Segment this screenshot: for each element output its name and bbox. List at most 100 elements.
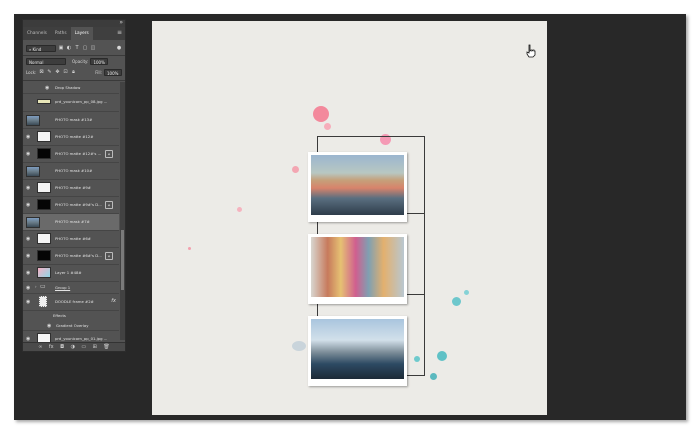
layers-bottom-bar: ∞ fx ◘ ◑ ▭ ⊞ 🗑︎: [23, 342, 125, 351]
panel-menu-icon[interactable]: ≡: [117, 29, 122, 37]
layer-name: Layer 1 #48#: [55, 270, 82, 275]
teal-splatter: [430, 373, 437, 380]
fill-label: Fill:: [95, 70, 102, 75]
tab-channels[interactable]: Channels: [23, 27, 51, 40]
lock-artboard-icon[interactable]: ⊡: [62, 69, 68, 76]
layer-row[interactable]: ◉ PHOTO matte #12#: [23, 129, 119, 146]
new-group-icon[interactable]: ▭: [81, 343, 86, 352]
layer-name: PHOTO mask #13#: [55, 117, 93, 122]
layer-row[interactable]: ◉ PHOTO matte #9#: [23, 180, 119, 197]
trash-icon[interactable]: 🗑︎: [103, 343, 109, 352]
layer-row[interactable]: ◉ Drop Shadow: [23, 82, 119, 94]
filter-kind-select[interactable]: ⌕ Kind: [26, 45, 56, 52]
link-layers-icon[interactable]: ∞: [38, 343, 42, 352]
add-style-icon[interactable]: fx: [49, 343, 54, 352]
lock-brush-icon[interactable]: ✎: [46, 69, 52, 76]
layer-name: PHOTO mask #7#: [55, 219, 90, 224]
smartobject-filter-icon[interactable]: ◫: [90, 45, 96, 52]
layer-row[interactable]: ◉ PHOTO mask #13#: [23, 112, 119, 129]
add-mask-icon[interactable]: ◘: [60, 343, 64, 352]
eye-icon[interactable]: ◉: [26, 185, 32, 191]
fill-field[interactable]: 100%: [104, 69, 122, 76]
layer-row[interactable]: ◉ PHOTO matte #6#'s D... ◈: [23, 248, 119, 265]
layer-row[interactable]: ◉ DOODLE frame #2# fx: [23, 294, 119, 311]
eye-icon[interactable]: ◉: [26, 236, 32, 242]
layer-name: PHOTO matte #9#: [55, 185, 91, 190]
adjustment-filter-icon[interactable]: ◐: [66, 45, 72, 52]
pink-splatter: [188, 247, 191, 250]
eye-icon[interactable]: ◉: [45, 85, 51, 91]
pink-splatter: [292, 166, 299, 173]
lock-row: Lock: ⊠ ✎ ✥ ⊡ 🔒︎ Fill: 100%: [23, 68, 125, 77]
layer-row[interactable]: ◉ Layer 1 #48#: [23, 265, 119, 282]
layer-thumbnail: [26, 115, 40, 126]
eye-icon[interactable]: ◉: [26, 299, 32, 305]
layers-scrollbar[interactable]: [120, 82, 125, 340]
eye-icon[interactable]: ◉: [47, 323, 53, 329]
scrollbar-thumb[interactable]: [121, 230, 124, 290]
layer-row[interactable]: ◉ › ▭ Group 1: [23, 282, 119, 294]
photo-card-3[interactable]: [308, 316, 407, 386]
layer-name: DOODLE frame #2#: [55, 299, 94, 304]
smart-object-icon: ◈: [105, 201, 113, 209]
harbor-photo-1: [311, 155, 404, 215]
layer-thumbnail: [37, 182, 51, 193]
layer-effect-row[interactable]: ◉ Gradient Overlay: [23, 321, 119, 331]
layer-name: Drop Shadow: [55, 85, 81, 90]
layer-row-selected[interactable]: ◉ PHOTO mask #7#: [23, 214, 119, 231]
teal-splatter: [437, 351, 447, 361]
layer-row[interactable]: ◉ PHOTO matte #12#'s ... ◈: [23, 146, 119, 163]
smart-object-icon: ◈: [105, 150, 113, 158]
pink-splatter: [313, 106, 329, 122]
layer-thumbnail: [37, 131, 51, 142]
smart-object-icon: ◈: [105, 252, 113, 260]
opacity-field[interactable]: 100%: [90, 58, 109, 65]
eye-icon[interactable]: ◉: [26, 202, 32, 208]
layers-panel: » Channels Paths Layers ≡ ⌕ Kind ▣ ◐ T ▢…: [22, 19, 126, 352]
layer-thumbnail: [26, 217, 40, 228]
image-filter-icon[interactable]: ▣: [58, 45, 64, 52]
eye-icon[interactable]: ◉: [26, 253, 32, 259]
layer-thumbnail: [37, 250, 51, 261]
folder-icon: ▭: [40, 283, 46, 290]
panel-topbar[interactable]: »: [23, 19, 125, 27]
filter-row: ⌕ Kind ▣ ◐ T ▢ ◫ ●: [23, 44, 125, 53]
layer-thumbnail: [37, 267, 51, 278]
photo-card-2[interactable]: [308, 234, 407, 304]
layer-row[interactable]: ◉ PHOTO mask #10#: [23, 163, 119, 180]
eye-icon[interactable]: ◉: [26, 285, 32, 291]
layer-name: prd_younicorn_pp_01.jpg ...: [55, 336, 108, 341]
type-filter-icon[interactable]: T: [74, 45, 80, 52]
grey-splatter: [292, 341, 306, 351]
new-layer-icon[interactable]: ⊞: [93, 343, 97, 352]
layer-row[interactable]: prd_younicorn_pp_08.jpg ...: [23, 94, 119, 112]
chevron-right-icon[interactable]: ›: [35, 284, 37, 289]
eye-icon[interactable]: ◉: [26, 270, 32, 276]
tab-layers[interactable]: Layers: [70, 27, 93, 40]
eye-icon[interactable]: ◉: [26, 134, 32, 140]
layer-effects-row: Effects: [23, 311, 119, 321]
tab-paths[interactable]: Paths: [51, 27, 71, 40]
photo-card-1[interactable]: [308, 152, 407, 222]
lock-all-icon[interactable]: 🔒︎: [70, 69, 76, 76]
document-canvas[interactable]: [152, 21, 547, 415]
adjustment-layer-icon[interactable]: ◑: [71, 343, 75, 352]
search-icon: ⌕: [29, 47, 32, 52]
fx-icon[interactable]: fx: [111, 298, 116, 304]
shape-filter-icon[interactable]: ▢: [82, 45, 88, 52]
layer-name: PHOTO matte #9#'s D...: [55, 202, 102, 207]
filter-toggle-icon[interactable]: ●: [116, 45, 122, 52]
lock-position-icon[interactable]: ✥: [54, 69, 60, 76]
layer-name: PHOTO matte #6#: [55, 236, 91, 241]
blend-mode-select[interactable]: Normal: [26, 58, 66, 65]
layer-thumbnail: [37, 99, 51, 104]
lock-transparent-icon[interactable]: ⊠: [38, 69, 44, 76]
layer-name: PHOTO matte #12#'s ...: [55, 151, 102, 156]
layer-row[interactable]: ◉ PHOTO matte #6#: [23, 231, 119, 248]
collapse-icon[interactable]: »: [119, 19, 123, 27]
divider: [23, 55, 125, 56]
pink-splatter: [324, 123, 331, 130]
layer-row[interactable]: ◉ PHOTO matte #9#'s D... ◈: [23, 197, 119, 214]
eye-icon[interactable]: ◉: [26, 151, 32, 157]
effects-label: Effects: [53, 313, 66, 318]
